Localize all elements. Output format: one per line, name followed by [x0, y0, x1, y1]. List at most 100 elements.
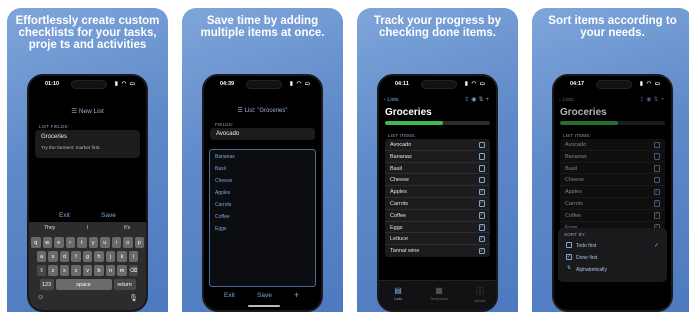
sort-option-todo-first[interactable]: Todo first ✓ — [563, 240, 662, 251]
space-key[interactable]: space — [55, 279, 112, 290]
exit-button[interactable]: Exit — [59, 212, 70, 219]
key[interactable]: n — [105, 265, 116, 276]
nav-actions: ⇪◉⇅+ — [464, 96, 491, 103]
suggestion[interactable]: It's — [124, 225, 130, 231]
emoji-icon[interactable]: ☺ — [37, 294, 44, 301]
key[interactable]: d — [59, 251, 70, 262]
list-item[interactable]: Apples ✓ — [560, 186, 665, 198]
add-icon[interactable]: + — [660, 97, 666, 103]
key[interactable]: j — [105, 251, 116, 262]
key[interactable]: s — [48, 251, 58, 262]
list-item[interactable]: Bananas — [560, 151, 665, 163]
list-item[interactable]: Basil — [385, 163, 490, 175]
key[interactable]: e — [54, 237, 64, 248]
checkbox-icon[interactable] — [653, 141, 660, 148]
key[interactable]: p — [134, 237, 144, 248]
list-item[interactable]: Coffee ✓ — [385, 210, 490, 222]
sort-option-done-first[interactable]: ✓ Done first — [563, 252, 662, 263]
return-key[interactable]: return — [113, 279, 136, 290]
item-name: Eggs — [390, 224, 403, 231]
numbers-key[interactable]: 123 — [39, 279, 54, 290]
key[interactable]: w — [42, 237, 52, 248]
checkbox-icon[interactable] — [478, 165, 485, 172]
list-item[interactable]: Carrots ✓ — [560, 198, 665, 210]
tab-templates[interactable]: ▦ Templates — [424, 286, 454, 301]
list-item[interactable]: Bananas — [385, 151, 490, 163]
checked-box-icon[interactable]: ✓ — [478, 247, 485, 255]
key[interactable]: v — [82, 265, 93, 276]
items-list: Avocado Bananas Basil Cheese Apples ✓ Carrots ✓… — [385, 139, 490, 257]
key[interactable]: t — [77, 237, 87, 248]
key[interactable]: o — [123, 237, 133, 248]
key[interactable]: z — [48, 265, 58, 276]
checked-box-icon[interactable]: ✓ — [478, 188, 485, 196]
suggestion[interactable]: They — [44, 225, 55, 231]
list-item[interactable]: Coffee ✓ — [560, 210, 665, 222]
add-icon[interactable]: + — [485, 97, 491, 103]
key[interactable]: m — [117, 265, 127, 276]
multi-item-line: Carrots — [215, 202, 232, 208]
save-button[interactable]: Save — [101, 212, 116, 219]
key[interactable]: r — [65, 237, 75, 248]
key[interactable]: y — [88, 237, 98, 248]
list-item[interactable]: Avocado — [385, 139, 490, 151]
checked-box-icon[interactable]: ✓ — [478, 212, 485, 219]
checkbox-icon[interactable] — [478, 176, 485, 184]
suggestion[interactable]: I — [87, 225, 88, 231]
status-bar: 04:39 ▮ ◠ ▭ — [204, 79, 321, 91]
tab-lists[interactable]: ▤ Lists — [383, 286, 413, 301]
microphone-icon[interactable]: 🎙 — [129, 294, 138, 302]
key[interactable]: c — [71, 265, 81, 276]
key[interactable]: a — [36, 251, 47, 262]
checkbox-icon[interactable] — [653, 165, 660, 172]
progress-fill — [560, 121, 618, 125]
key[interactable]: ⌫ — [128, 265, 139, 276]
list-item[interactable]: Cheese — [560, 174, 665, 187]
list-item[interactable]: Avocado — [560, 139, 665, 151]
list-item[interactable]: Carrots ✓ — [385, 198, 490, 210]
list-item[interactable]: Basil — [560, 163, 665, 175]
sort-option-alphabetically[interactable]: ⇅ Alphabetically — [563, 264, 662, 275]
tab-label: Lists — [393, 296, 403, 301]
checkbox-icon[interactable] — [478, 153, 485, 160]
checked-box-icon[interactable]: ✓ — [653, 200, 660, 207]
key[interactable]: f — [71, 251, 81, 262]
panel-caption: Effortlessly create custom checklists fo… — [15, 15, 160, 51]
list-item[interactable]: Lettuce ✓ — [385, 233, 490, 246]
list-item[interactable]: Cheese — [385, 174, 490, 187]
key[interactable]: q — [31, 237, 41, 248]
key[interactable]: h — [94, 251, 104, 262]
list-description-field[interactable]: Try the farmers' market first. — [41, 146, 101, 151]
list-name-field[interactable]: Groceries — [41, 134, 67, 140]
list-item[interactable]: Apples ✓ — [385, 186, 490, 198]
tab-about[interactable]: ⓘ About — [465, 286, 495, 303]
key[interactable]: g — [82, 251, 93, 262]
exit-button[interactable]: Exit — [224, 292, 235, 299]
list-item[interactable]: Tannat wine ✓ — [385, 245, 490, 257]
multi-item-editor[interactable]: Bananas Basil Cheese Apples Carrots Coffee Egg… — [209, 149, 316, 287]
checked-box-icon[interactable]: ✓ — [478, 200, 485, 207]
item-field[interactable]: Avocado — [210, 128, 315, 140]
checkbox-icon[interactable] — [653, 176, 660, 184]
checked-box-icon[interactable]: ✓ — [653, 188, 660, 196]
checkbox-icon[interactable] — [653, 153, 660, 160]
save-button[interactable]: Save — [257, 292, 272, 299]
key[interactable]: l — [128, 251, 139, 262]
keyboard: They I It's qwertyuiop asdfghjkl ⇧ z x c v b n… — [29, 222, 146, 310]
checked-box-icon[interactable]: ✓ — [653, 212, 660, 219]
checkbox-icon[interactable] — [478, 141, 485, 148]
dynamic-island — [246, 80, 282, 89]
checked-box-icon[interactable]: ✓ — [478, 235, 485, 243]
key[interactable]: ⇧ — [36, 265, 47, 276]
key[interactable]: x — [59, 265, 70, 276]
checked-box-icon[interactable]: ✓ — [478, 224, 485, 231]
key[interactable]: i — [111, 237, 121, 248]
back-button[interactable]: ‹ Lists — [559, 97, 574, 103]
item-name: Cheese — [565, 177, 584, 184]
add-button[interactable]: + — [294, 290, 299, 300]
key[interactable]: b — [94, 265, 104, 276]
key[interactable]: k — [117, 251, 127, 262]
list-item[interactable]: Eggs ✓ — [385, 222, 490, 234]
key[interactable]: u — [100, 237, 110, 248]
back-button[interactable]: ‹ Lists — [384, 97, 399, 103]
